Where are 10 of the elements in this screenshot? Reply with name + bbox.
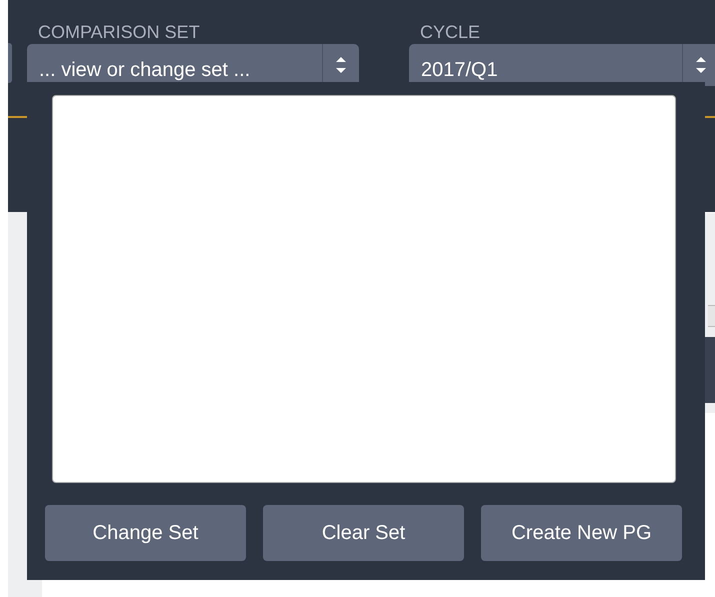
action-button[interactable]: Create New PG xyxy=(481,505,682,561)
select-field[interactable]: 2017/Q1 xyxy=(409,44,715,86)
field-label: COMPARISON SET xyxy=(37,21,201,44)
stepper-icon xyxy=(694,54,708,76)
field-label: CYCLE xyxy=(419,21,482,44)
table-row xyxy=(705,337,715,403)
action-button[interactable]: Change Set xyxy=(45,505,246,561)
stepper-icon xyxy=(334,54,348,76)
list-box[interactable] xyxy=(52,95,676,483)
action-button[interactable]: Clear Set xyxy=(263,505,464,561)
